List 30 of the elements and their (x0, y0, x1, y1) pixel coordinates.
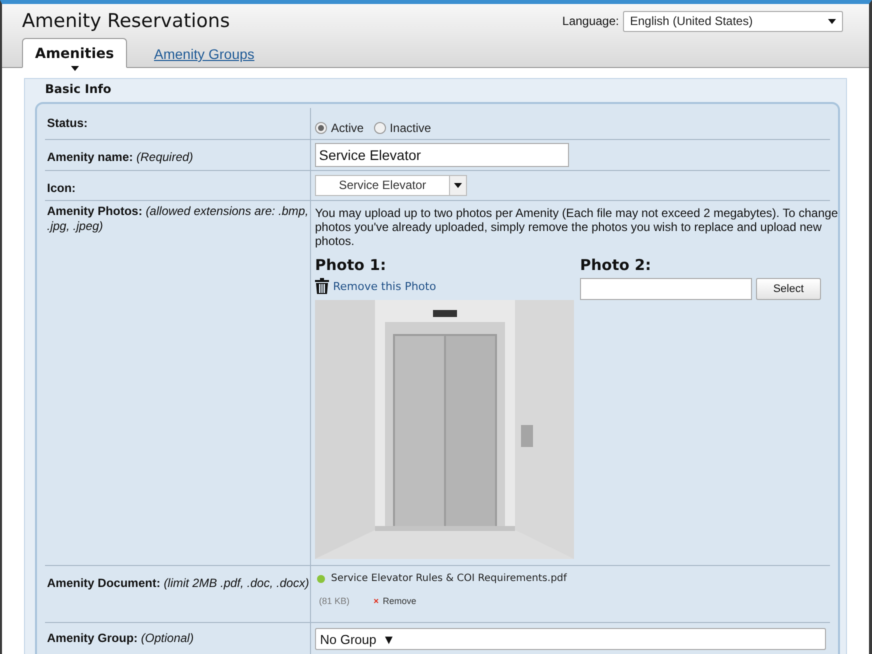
language-select[interactable]: English (United States) (623, 10, 843, 32)
caret-icon (828, 18, 836, 24)
field-label: Amenity name: (Required) (47, 150, 194, 164)
select-button[interactable]: Select (756, 278, 821, 300)
trash-icon (315, 278, 329, 294)
status-dot (317, 574, 325, 582)
file-size: (81 KB) (319, 596, 350, 606)
field-label: Amenity Document: (limit 2MB .pdf, .doc, .docx) (47, 576, 310, 590)
language-label: Language: (562, 14, 619, 28)
group-select[interactable]: No Group ▼ (315, 628, 826, 650)
caret-icon (454, 183, 462, 188)
page-title: Amenity Reservations (22, 10, 230, 32)
document-link[interactable]: Service Elevator Rules & COI Requirements.pdf (331, 573, 567, 584)
photo-heading: Photo 1: (315, 256, 388, 274)
tab[interactable]: Amenity Groups (141, 38, 268, 68)
radio-option[interactable]: Inactive (374, 120, 432, 134)
remove-link[interactable]: × Remove (374, 596, 416, 606)
file-path-field[interactable] (580, 278, 752, 300)
remove-photo-link[interactable]: Remove this Photo (315, 278, 574, 294)
tab[interactable]: Amenities (22, 38, 128, 68)
photo-heading: Photo 2: (580, 256, 652, 274)
field-label: Amenity Photos: (allowed extensions are: .bmp, .jpg, .jpeg) (47, 204, 308, 233)
section-title: Basic Info (44, 81, 112, 98)
radio-option[interactable]: Active (315, 120, 364, 134)
icon-select[interactable]: Service Elevator (315, 175, 467, 196)
field-label: Amenity Group: (Optional) (47, 631, 194, 645)
upload-instructions: You may upload up to two photos per Amenity (Each file may not exceed 2 megabytes). To change photos you've already uploaded, simply remove the photos you wish to replace and upload new photos. (315, 206, 839, 248)
field-label: Icon: (47, 181, 76, 195)
name-input[interactable]: Service Elevator (315, 143, 569, 167)
field-label: Status: (47, 116, 88, 130)
